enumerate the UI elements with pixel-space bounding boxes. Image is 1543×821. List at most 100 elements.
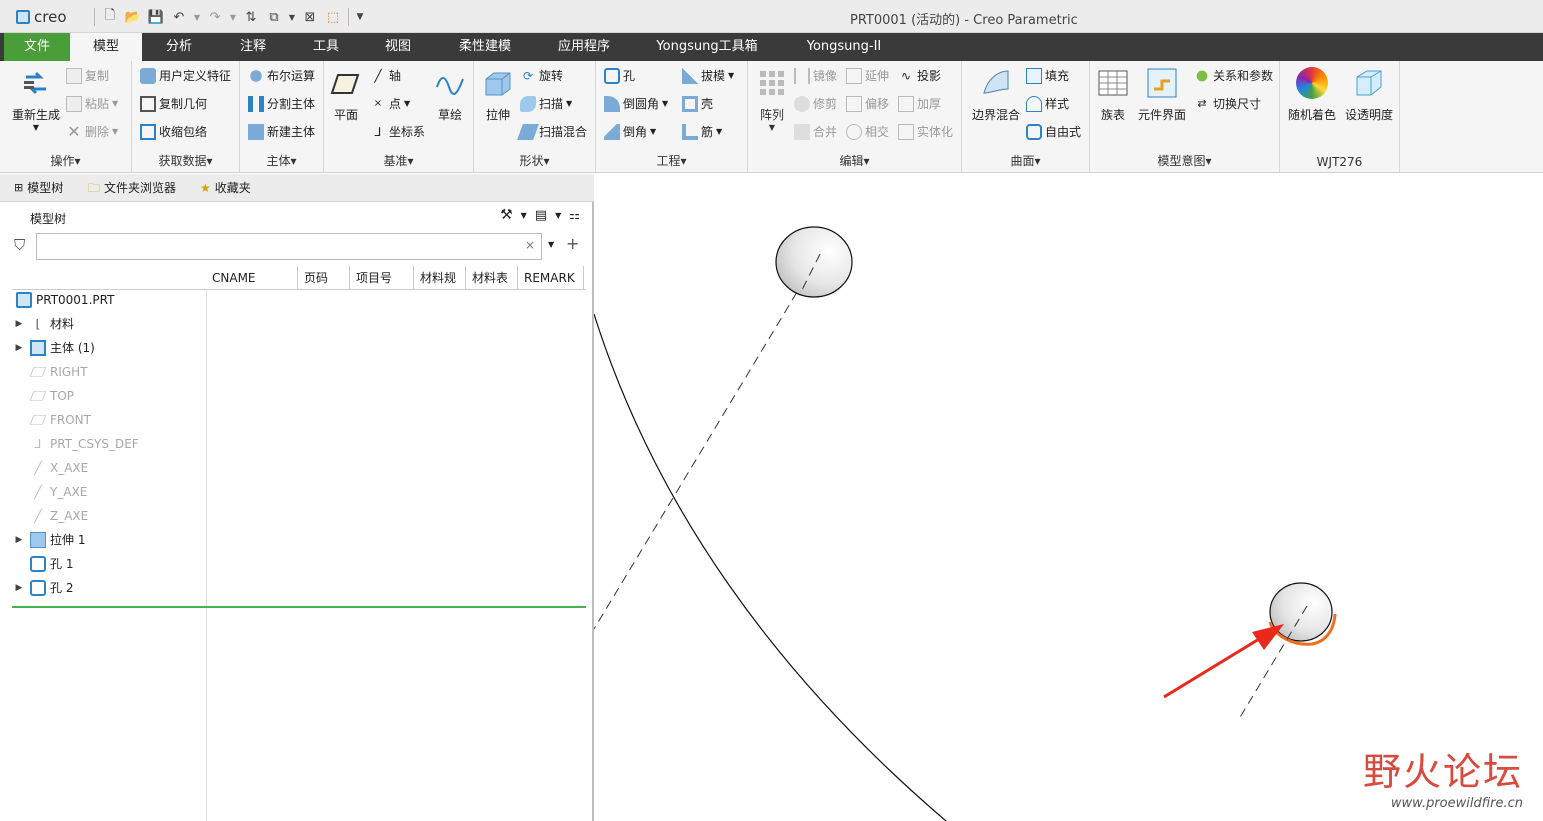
- tree-row-hole-1[interactable]: 孔 1: [12, 552, 73, 576]
- point-button[interactable]: × 点 ▼: [370, 93, 410, 115]
- sweep-button[interactable]: 扫描 ▼: [520, 93, 572, 115]
- tab-annotate[interactable]: 注释: [222, 33, 284, 61]
- tab-flexible-modeling[interactable]: 柔性建模: [446, 33, 524, 61]
- group-label-surfaces[interactable]: 曲面▾: [962, 152, 1089, 169]
- family-table-button[interactable]: 族表: [1096, 67, 1130, 123]
- group-label-model-intent[interactable]: 模型意图▾: [1090, 152, 1279, 169]
- shell-button[interactable]: 壳: [682, 93, 713, 115]
- tree-search-input[interactable]: ×: [36, 233, 542, 260]
- save-icon[interactable]: 💾: [146, 7, 166, 27]
- group-label-datum[interactable]: 基准▾: [324, 152, 473, 169]
- tab-model-tree[interactable]: ⊞ 模型树: [14, 174, 63, 202]
- regenerate-qat-icon[interactable]: ⇅: [241, 7, 261, 27]
- shrinkwrap-button[interactable]: 收缩包络: [140, 121, 207, 143]
- hole-2-surface[interactable]: [1269, 582, 1333, 642]
- project-button[interactable]: ∿ 投影: [898, 65, 941, 87]
- rib-button[interactable]: 筋 ▼: [682, 121, 722, 143]
- group-label-operations[interactable]: 操作▾: [0, 152, 131, 169]
- relations-button[interactable]: 关系和参数: [1194, 65, 1273, 87]
- graphics-window[interactable]: 野火论坛 www.proewildfire.cn: [594, 174, 1543, 821]
- tab-model[interactable]: 模型: [70, 33, 142, 61]
- axis-button[interactable]: ╱ 轴: [370, 65, 401, 87]
- trim-button[interactable]: 修剪: [794, 93, 837, 115]
- draft-button[interactable]: 拔模 ▼: [682, 65, 734, 87]
- paste-button[interactable]: 粘贴 ▼: [66, 93, 118, 115]
- tree-row-front-plane[interactable]: FRONT: [12, 408, 91, 432]
- tree-filter-settings-icon[interactable]: ⚏: [569, 208, 580, 222]
- column-header-material-table[interactable]: 材料表: [466, 266, 518, 290]
- tab-view[interactable]: 视图: [367, 33, 429, 61]
- chamfer-button[interactable]: 倒角 ▼: [604, 121, 656, 143]
- group-label-get-data[interactable]: 获取数据▾: [132, 152, 239, 169]
- new-file-icon[interactable]: 🗋: [100, 7, 120, 27]
- tree-row-extrude-1[interactable]: ▶ 拉伸 1: [12, 528, 85, 552]
- extend-button[interactable]: 延伸: [846, 65, 889, 87]
- open-file-icon[interactable]: 📂: [123, 7, 143, 27]
- group-label-editing[interactable]: 编辑▾: [748, 152, 961, 169]
- csys-button[interactable]: ⅃ 坐标系: [370, 121, 425, 143]
- tree-row-top-plane[interactable]: TOP: [12, 384, 74, 408]
- tree-show-icon[interactable]: ▤: [535, 208, 547, 223]
- tree-settings-dropdown-icon[interactable]: ▼: [521, 211, 527, 220]
- pattern-button[interactable]: 阵列 ▼: [752, 67, 792, 132]
- column-header-material-spec[interactable]: 材料规: [414, 266, 466, 290]
- plane-button[interactable]: 平面: [328, 67, 364, 123]
- tab-analysis[interactable]: 分析: [148, 33, 210, 61]
- tree-show-dropdown-icon[interactable]: ▼: [555, 211, 561, 220]
- style-button[interactable]: 样式: [1026, 93, 1069, 115]
- model-view[interactable]: [594, 174, 1543, 821]
- tab-folder-browser[interactable]: 🗀 文件夹浏览器: [88, 174, 176, 202]
- solidify-button[interactable]: 实体化: [898, 121, 953, 143]
- group-label-engineering[interactable]: 工程▾: [596, 152, 747, 169]
- component-interface-button[interactable]: 元件界面: [1134, 67, 1190, 123]
- regenerate-button[interactable]: 重新生成 ▼: [8, 67, 64, 132]
- column-header-page[interactable]: 页码: [298, 266, 350, 290]
- tab-tools[interactable]: 工具: [295, 33, 357, 61]
- expand-icon[interactable]: ▶: [12, 312, 26, 336]
- tab-file[interactable]: 文件: [4, 33, 70, 61]
- expand-icon[interactable]: ▶: [12, 336, 26, 360]
- hole-1-axis[interactable]: [594, 253, 821, 630]
- tab-yongsung-toolbox[interactable]: Yongsung工具箱: [648, 33, 766, 61]
- tab-favorites[interactable]: ★ 收藏夹: [200, 174, 251, 202]
- add-column-icon[interactable]: +: [566, 234, 579, 253]
- intersect-button[interactable]: 相交: [846, 121, 889, 143]
- set-transparency-button[interactable]: 设透明度: [1342, 67, 1396, 123]
- tree-row-hole-2[interactable]: ▶ 孔 2: [12, 576, 73, 600]
- fill-button[interactable]: 填充: [1026, 65, 1069, 87]
- boundary-blend-button[interactable]: 边界混合: [966, 67, 1026, 123]
- clear-search-icon[interactable]: ×: [525, 238, 535, 252]
- column-header-remark[interactable]: REMARK: [518, 266, 584, 290]
- sketch-button[interactable]: 草绘: [432, 67, 468, 123]
- tab-yongsung-ii[interactable]: Yongsung-II: [796, 33, 892, 61]
- round-button[interactable]: 倒圆角 ▼: [604, 93, 668, 115]
- tab-applications[interactable]: 应用程序: [545, 33, 623, 61]
- tree-row-body[interactable]: ▶ 主体 (1): [12, 336, 95, 360]
- delete-button[interactable]: ✕ 删除 ▼: [66, 121, 118, 143]
- windows-dropdown-icon[interactable]: ▼: [287, 7, 297, 27]
- filter-funnel-icon[interactable]: ⛉: [14, 236, 25, 254]
- switch-dims-button[interactable]: ⇄ 切换尺寸: [1194, 93, 1261, 115]
- column-header-cname[interactable]: CNAME: [206, 266, 298, 290]
- tree-row-csys[interactable]: ⅃ PRT_CSYS_DEF: [12, 432, 139, 456]
- swept-blend-button[interactable]: 扫描混合: [517, 121, 587, 143]
- tree-row-part[interactable]: PRT0001.PRT: [12, 288, 114, 312]
- redo-dropdown-icon[interactable]: ▼: [228, 7, 238, 27]
- undo-icon[interactable]: ↶: [169, 7, 189, 27]
- merge-button[interactable]: 合并: [794, 121, 837, 143]
- group-label-shapes[interactable]: 形状▾: [474, 152, 595, 169]
- tree-row-y-axis[interactable]: ╱ Y_AXE: [12, 480, 87, 504]
- copy-button[interactable]: 复制: [66, 65, 109, 87]
- expand-icon[interactable]: ▶: [12, 528, 26, 552]
- customize-qat-icon[interactable]: ▼: [354, 7, 366, 27]
- undo-dropdown-icon[interactable]: ▼: [192, 7, 202, 27]
- extrude-button[interactable]: 拉伸: [478, 67, 518, 123]
- revolve-button[interactable]: ⟳ 旋转: [520, 65, 563, 87]
- copy-geometry-button[interactable]: 复制几何: [140, 93, 207, 115]
- search-options-dropdown-icon[interactable]: ▼: [548, 240, 554, 249]
- offset-button[interactable]: 偏移: [846, 93, 889, 115]
- hole-button[interactable]: 孔: [604, 65, 635, 87]
- tree-settings-icon[interactable]: ⚒: [500, 207, 513, 223]
- mirror-button[interactable]: 镜像: [794, 65, 837, 87]
- udf-button[interactable]: 用户定义特征: [140, 65, 231, 87]
